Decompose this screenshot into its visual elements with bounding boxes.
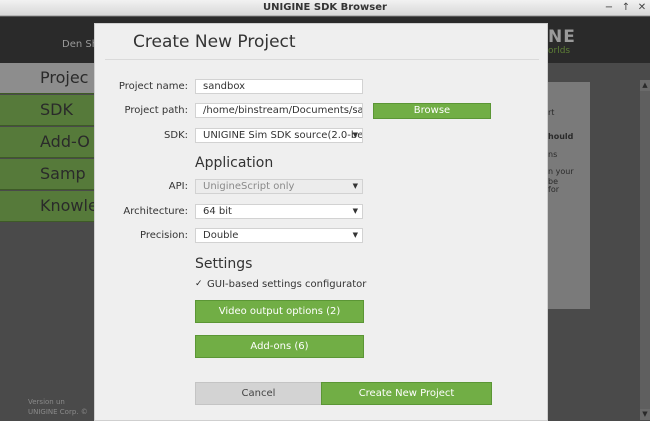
- panel-text: ns: [548, 150, 558, 159]
- settings-heading: Settings: [195, 256, 253, 272]
- project-name-input[interactable]: sandbox: [195, 79, 363, 94]
- scroll-up-icon[interactable]: ▲: [640, 80, 650, 91]
- addons-button[interactable]: Add-ons (6): [195, 335, 364, 358]
- video-output-options-button[interactable]: Video output options (2): [195, 300, 364, 323]
- gui-config-checkbox[interactable]: ✓: [195, 280, 203, 289]
- api-select: UnigineScript only ▼: [195, 179, 363, 194]
- project-path-label: Project path:: [124, 105, 189, 116]
- footer-copyright: UNIGINE Corp. ©: [28, 408, 88, 416]
- footer-version: Version un: [28, 398, 65, 406]
- logo-tagline: orlds: [548, 46, 571, 56]
- architecture-select[interactable]: 64 bit ▼: [195, 204, 363, 219]
- chevron-down-icon: ▼: [352, 207, 358, 215]
- api-selected-value: UnigineScript only: [203, 181, 295, 192]
- panel-text: n your: [548, 167, 574, 176]
- create-project-button[interactable]: Create New Project: [321, 382, 492, 405]
- sdk-selected-value: UNIGINE Sim SDK source(2.0-beta: [203, 130, 363, 141]
- user-name: Den Sh: [62, 39, 99, 50]
- unigine-logo: NE: [548, 27, 576, 47]
- panel-text: rt: [548, 108, 555, 117]
- create-project-dialog: Create New Project Project name: sandbox…: [94, 23, 548, 421]
- application-heading: Application: [195, 155, 274, 171]
- precision-selected-value: Double: [203, 230, 239, 241]
- gui-config-label: GUI-based settings configurator: [207, 279, 367, 290]
- minimize-icon[interactable]: −: [603, 1, 615, 14]
- dialog-title: Create New Project: [133, 32, 296, 52]
- browse-button[interactable]: Browse: [373, 103, 491, 119]
- scroll-down-icon[interactable]: ▼: [640, 409, 650, 420]
- title-divider: [105, 59, 539, 60]
- chevron-down-icon: ▼: [352, 231, 358, 239]
- sdk-select[interactable]: UNIGINE Sim SDK source(2.0-beta ▼: [195, 128, 363, 143]
- window-titlebar: UNIGINE SDK Browser − ↑ ✕: [0, 0, 650, 16]
- architecture-selected-value: 64 bit: [203, 206, 232, 217]
- nav-item-addons[interactable]: Add-O: [0, 127, 95, 158]
- scrollbar[interactable]: [640, 80, 650, 420]
- precision-select[interactable]: Double ▼: [195, 228, 363, 243]
- api-label: API:: [168, 181, 188, 192]
- nav-item-projects[interactable]: Projec: [0, 63, 95, 94]
- sdk-label: SDK:: [164, 130, 188, 141]
- project-name-label: Project name:: [118, 81, 188, 92]
- architecture-label: Architecture:: [123, 206, 188, 217]
- chevron-down-icon: ▼: [352, 131, 358, 139]
- precision-label: Precision:: [140, 230, 188, 241]
- panel-text: hould: [548, 132, 574, 141]
- nav-item-samples[interactable]: Samp: [0, 159, 95, 190]
- project-path-input[interactable]: /home/binstream/Documents/san: [195, 103, 363, 118]
- panel-text: for: [548, 185, 559, 194]
- maximize-icon[interactable]: ↑: [620, 1, 632, 14]
- chevron-down-icon: ▼: [352, 182, 358, 190]
- window-title: UNIGINE SDK Browser: [263, 2, 387, 13]
- close-icon[interactable]: ✕: [636, 1, 648, 14]
- nav-item-knowledge[interactable]: Knowle: [0, 191, 95, 222]
- nav-item-sdks[interactable]: SDK: [0, 95, 95, 126]
- cancel-button[interactable]: Cancel: [195, 382, 322, 405]
